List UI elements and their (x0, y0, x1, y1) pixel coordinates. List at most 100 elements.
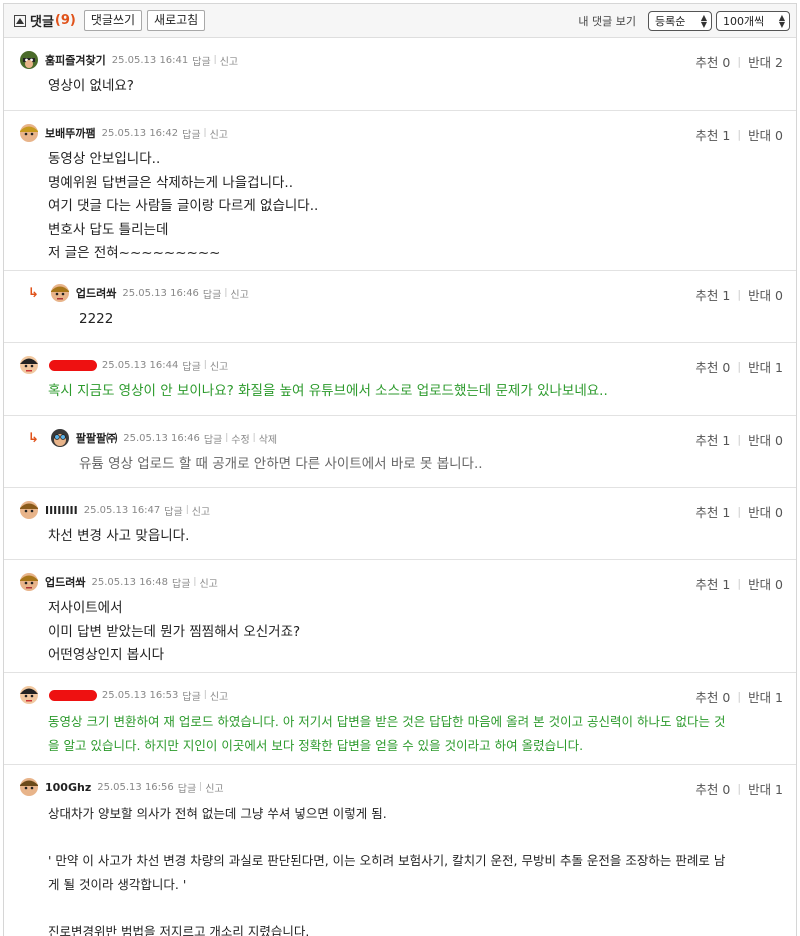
comment-body: 차선 변경 사고 맞읍니다. (48, 525, 768, 549)
recommend-button[interactable]: 추천 0 (695, 357, 730, 376)
report-link[interactable]: 신고 (192, 503, 210, 518)
reply-link[interactable]: 답글 (164, 503, 182, 518)
recommend-button[interactable]: 추천 1 (695, 574, 730, 593)
comment-author[interactable]: 100Ghz (45, 781, 91, 794)
comment-header: ↳ 업드려쏴 25.05.13 16:46 답글 | 신고 (28, 282, 249, 304)
comment-line: 동영상 안보입니다.. (48, 151, 161, 167)
comment-line: 게 될 것이라 생각합니다. ' (48, 876, 187, 892)
report-link[interactable]: 신고 (210, 358, 228, 373)
comment-line: ' 만약 이 사고가 차선 변경 차량의 과실로 판단된다면, 이는 오히려 보… (48, 853, 726, 868)
refresh-button[interactable]: 새로고침 (147, 10, 206, 31)
oppose-button[interactable]: 반대 2 (748, 52, 783, 71)
comment-section: 댓글 (9) 댓글쓰기 새로고침 내 댓글 보기 등록순 ▲ ▼ 100개씩 ▲ ▼… (3, 3, 797, 936)
oppose-button[interactable]: 반대 1 (748, 779, 783, 798)
comment-author[interactable]: 훔피즐겨찾기 (45, 52, 106, 68)
per-page-select[interactable]: 100개씩 ▲ ▼ (716, 10, 790, 31)
oppose-button[interactable]: 반대 0 (748, 125, 783, 144)
comment-author[interactable]: IIIIIIII (45, 504, 78, 517)
avatar-icon (20, 778, 38, 796)
sort-select-value: 등록순 (655, 14, 686, 28)
comment-header: 25.05.13 16:44 답글 | 신고 (18, 354, 228, 376)
comment-body: 저사이트에서 이미 답변 받았는데 뭔가 찜찜해서 오신거죠? 어떤영상인지 봅… (48, 597, 768, 668)
reply-link[interactable]: 답글 (182, 688, 200, 703)
recommend-button[interactable]: 추천 1 (695, 430, 730, 449)
oppose-button[interactable]: 반대 0 (748, 502, 783, 521)
per-page-select-value: 100개씩 (723, 14, 765, 28)
comment-body: 2222 (79, 308, 796, 332)
recommend-button[interactable]: 추천 0 (695, 687, 730, 706)
reply-link[interactable]: 답글 (192, 53, 210, 68)
comment-line: 2222 (79, 311, 114, 327)
comment-author[interactable]: 보배뚜까팸 (45, 125, 96, 141)
write-comment-button[interactable]: 댓글쓰기 (83, 10, 143, 31)
sort-select[interactable]: 등록순 ▲ ▼ (648, 10, 712, 31)
select-arrows-icon: ▲ ▼ (700, 12, 707, 29)
comment-line: 여기 댓글 다는 사람들 글이랑 다르게 없습니다.. (48, 198, 319, 214)
report-link[interactable]: 신고 (220, 53, 238, 68)
reply-link[interactable]: 답글 (182, 358, 200, 373)
comment-line: 유튬 영상 업로드 할 때 공개로 안하면 다른 사이트에서 바로 못 봅니다.… (79, 456, 483, 472)
comment-author[interactable]: 팔팔팔㈜ (76, 430, 117, 446)
reply-link[interactable]: 답글 (203, 286, 221, 301)
vote-area: 추천 0 | 반대 1 (695, 357, 783, 376)
comment-item: 25.05.13 16:44 답글 | 신고 추천 0 | 반대 1 혹시 지금도 영상… (4, 342, 796, 415)
report-link[interactable]: 신고 (230, 286, 248, 301)
delete-link[interactable]: 삭제 (259, 431, 277, 446)
comment-date: 25.05.13 16:42 (101, 127, 179, 139)
comment-header: 100Ghz 25.05.13 16:56 답글 | 신고 (18, 776, 224, 798)
redaction-mark (48, 359, 97, 371)
comment-body: 동영상 크기 변환하여 재 업로드 하였습니다. 아 저기서 답변을 받은 것은… (48, 710, 768, 757)
comment-author[interactable]: 업드려쏴 (76, 285, 116, 301)
reply-link[interactable]: 답글 (182, 126, 200, 141)
recommend-button[interactable]: 추천 0 (695, 52, 730, 71)
comment-body: 유튬 영상 업로드 할 때 공개로 안하면 다른 사이트에서 바로 못 봅니다.… (79, 453, 796, 477)
recommend-button[interactable]: 추천 1 (695, 502, 730, 521)
vote-area: 추천 0 | 반대 2 (695, 52, 783, 71)
oppose-button[interactable]: 반대 0 (748, 574, 783, 593)
comment-item: 100Ghz 25.05.13 16:56 답글 | 신고 추천 0 | 반대 1 상대… (4, 764, 796, 936)
report-link[interactable]: 신고 (210, 688, 228, 703)
comment-item: 보배뚜까팸 25.05.13 16:42 답글 | 신고 추천 1 | 반대 0 동영상… (4, 110, 796, 270)
my-comments-link[interactable]: 내 댓글 보기 (578, 13, 636, 29)
oppose-button[interactable]: 반대 0 (748, 285, 783, 304)
reply-link[interactable]: 답글 (178, 780, 196, 795)
comment-header: 보배뚜까팸 25.05.13 16:42 답글 | 신고 (18, 122, 228, 144)
recommend-button[interactable]: 추천 1 (695, 285, 730, 304)
comment-item: 25.05.13 16:53 답글 | 신고 추천 0 | 반대 1 동영상 크기 변환… (4, 672, 796, 764)
comment-date: 25.05.13 16:44 (101, 359, 179, 371)
reply-link[interactable]: 답글 (204, 431, 222, 446)
report-link[interactable]: 신고 (210, 126, 228, 141)
comment-line: 동영상 크기 변환하여 재 업로드 하였습니다. 아 저기서 답변을 받은 것은… (48, 714, 726, 729)
comment-date: 25.05.13 16:47 (83, 504, 161, 516)
report-link[interactable]: 신고 (199, 575, 217, 590)
collapse-toggle-icon[interactable] (14, 14, 26, 27)
comment-item: 훔피즐겨찾기 25.05.13 16:41 답글 | 신고 추천 0 | 반대 2 영상… (4, 38, 796, 110)
oppose-button[interactable]: 반대 1 (748, 357, 783, 376)
avatar-icon (20, 686, 38, 704)
comment-line: 을 알고 있습니다. 하지만 지인이 이곳에서 보다 정확한 답변을 얻을 수 … (48, 737, 584, 753)
comment-date: 25.05.13 16:46 (122, 287, 199, 299)
recommend-button[interactable]: 추천 0 (695, 779, 730, 798)
comment-author[interactable]: 업드려쏴 (45, 574, 85, 590)
oppose-button[interactable]: 반대 1 (748, 687, 783, 706)
avatar-icon (20, 356, 38, 374)
comment-line: 영상이 없네요? (48, 78, 134, 94)
report-link[interactable]: 신고 (205, 780, 223, 795)
comment-header: 25.05.13 16:53 답글 | 신고 (18, 684, 228, 706)
comment-toolbar: 댓글 (9) 댓글쓰기 새로고침 내 댓글 보기 등록순 ▲ ▼ 100개씩 ▲ ▼ (4, 4, 796, 38)
avatar-icon (50, 284, 69, 302)
oppose-button[interactable]: 반대 0 (748, 430, 783, 449)
reply-item: ↳ 업드려쏴 25.05.13 16:46 답글 | 신고 추천 1 | 반대 0 22… (4, 270, 796, 342)
avatar-icon (50, 429, 69, 447)
vote-area: 추천 0 | 반대 1 (695, 779, 783, 798)
comment-line: 명예위원 답변글은 삭제하는게 나을겁니다.. (48, 174, 294, 191)
reply-arrow-icon: ↳ (28, 285, 39, 301)
reply-link[interactable]: 답글 (172, 575, 190, 590)
comment-body: 혹시 지금도 영상이 안 보이나요? 화질을 높여 유튜브에서 소스로 업로드했… (48, 380, 768, 404)
reply-item: ↳ 팔팔팔㈜ 25.05.13 16:46 답글 | 수정 | 삭제 추천 1 | 반대 0… (4, 415, 796, 487)
recommend-button[interactable]: 추천 1 (695, 125, 730, 144)
comment-date: 25.05.13 16:56 (97, 781, 174, 793)
edit-link[interactable]: 수정 (231, 431, 249, 446)
comment-line: 차선 변경 사고 맞읍니다. (48, 528, 190, 544)
avatar-icon (20, 124, 38, 142)
